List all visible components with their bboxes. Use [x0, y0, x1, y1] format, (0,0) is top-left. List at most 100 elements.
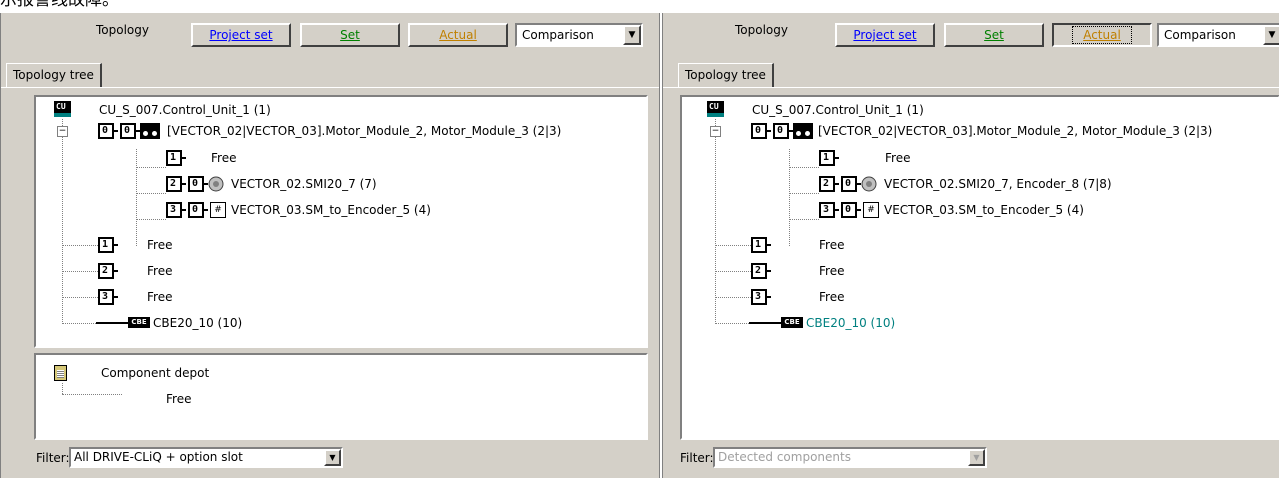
tab-topology-tree[interactable]: Topology tree [678, 63, 774, 87]
port-icon: 1 [751, 237, 771, 253]
control-unit-icon: CU [707, 101, 724, 117]
filter-value: All DRIVE-CLiQ + option slot [74, 450, 243, 464]
port-icon: 2 [751, 263, 771, 279]
collapse-icon[interactable]: − [710, 126, 721, 137]
port-icon: 1 [819, 150, 839, 166]
port-icon: 2 [166, 176, 186, 192]
project-set-button[interactable]: Project set [191, 23, 291, 47]
tree-line [62, 297, 98, 298]
filter-select: Detected components ▼ [713, 447, 987, 468]
view-select[interactable]: Comparison ▼ [515, 23, 643, 47]
tree-line [136, 219, 166, 220]
chevron-down-icon[interactable]: ▼ [1263, 25, 1279, 45]
topology-tree[interactable]: CU CU_S_007.Control_Unit_1 (1) − 0 0 [VE… [34, 95, 648, 348]
port-icon: 0 [188, 176, 208, 192]
bus-line-icon [96, 322, 128, 324]
port-icon: 1 [166, 150, 186, 166]
tree-item-free[interactable]: Free [819, 262, 844, 280]
tree-line [136, 193, 166, 194]
tree-item-free[interactable]: Free [211, 149, 236, 167]
port-icon: 0 [773, 123, 793, 139]
tree-item-motor-module[interactable]: [VECTOR_02|VECTOR_03].Motor_Module_2, Mo… [818, 122, 1212, 140]
set-button[interactable]: Set [944, 23, 1044, 47]
depot-title[interactable]: Component depot [101, 364, 209, 382]
tree-line [62, 394, 122, 395]
port-icon: 2 [98, 263, 118, 279]
motor-module-icon [793, 123, 813, 139]
tree-item-cbe20[interactable]: CBE20_10 (10) [806, 314, 895, 332]
tree-line [789, 167, 819, 168]
collapse-icon[interactable]: − [57, 126, 68, 137]
filter-label: Filter: [680, 451, 714, 465]
filter-select[interactable]: All DRIVE-CLiQ + option slot ▼ [69, 447, 343, 468]
view-select[interactable]: Comparison ▼ [1157, 23, 1279, 47]
actual-button[interactable]: Actual [1052, 23, 1152, 47]
tree-line [715, 271, 751, 272]
tree-item-sm-encoder[interactable]: VECTOR_03.SM_to_Encoder_5 (4) [884, 201, 1084, 219]
tree-line [62, 323, 96, 324]
tree-line [136, 167, 166, 168]
right-toolbar: Topology Project set Set Actual Comparis… [663, 13, 1279, 47]
tree-item-free[interactable]: Free [819, 288, 844, 306]
tree-item-free[interactable]: Free [147, 236, 172, 254]
filter-value: Detected components [718, 450, 851, 464]
encoder-icon [208, 176, 224, 192]
topology-label: Topology [735, 23, 788, 37]
depot-item-free[interactable]: Free [166, 390, 191, 408]
tree-line [62, 245, 98, 246]
tree-line [789, 219, 819, 220]
tree-item-free[interactable]: Free [147, 288, 172, 306]
tree-line [136, 149, 137, 246]
tree-line [62, 271, 98, 272]
topology-tree[interactable]: CU CU_S_007.Control_Unit_1 (1) − 0 0 [VE… [680, 95, 1279, 440]
view-select-value: Comparison [1164, 28, 1236, 42]
tree-item-free[interactable]: Free [885, 149, 910, 167]
cbe-icon: CBE [128, 317, 150, 328]
left-toolbar: Topology Project set Set Actual Comparis… [1, 13, 659, 47]
actual-button-label: Actual [1072, 26, 1132, 44]
caption-text: 示报警线故障。 [0, 0, 119, 10]
tree-line [715, 119, 716, 322]
tree-line [715, 297, 751, 298]
tree-item-smi20[interactable]: VECTOR_02.SMI20_7, Encoder_8 (7|8) [884, 175, 1112, 193]
port-icon: 3 [819, 202, 839, 218]
right-topology-panel: Topology Project set Set Actual Comparis… [662, 13, 1279, 478]
topology-label: Topology [96, 23, 149, 37]
tab-divider [663, 87, 1279, 88]
tree-item-smi20[interactable]: VECTOR_02.SMI20_7 (7) [231, 175, 377, 193]
port-icon: 3 [166, 202, 186, 218]
chevron-down-icon[interactable]: ▼ [324, 449, 341, 466]
cbe-icon: CBE [781, 317, 803, 328]
encoder-icon [861, 176, 877, 192]
tree-item-control-unit[interactable]: CU_S_007.Control_Unit_1 (1) [752, 101, 924, 119]
tab-topology-tree[interactable]: Topology tree [6, 63, 102, 87]
actual-button[interactable]: Actual [408, 23, 508, 47]
port-icon: 0 [120, 123, 140, 139]
clipboard-icon [54, 365, 67, 381]
tree-line [62, 119, 63, 322]
project-set-button[interactable]: Project set [835, 23, 935, 47]
chevron-down-icon: ▼ [968, 449, 985, 466]
view-select-value: Comparison [522, 28, 594, 42]
port-icon: 0 [841, 176, 861, 192]
tree-item-sm-encoder[interactable]: VECTOR_03.SM_to_Encoder_5 (4) [231, 201, 431, 219]
bus-line-icon [749, 322, 781, 324]
set-button[interactable]: Set [300, 23, 400, 47]
port-icon: 0 [841, 202, 861, 218]
filter-label: Filter: [36, 451, 70, 465]
tree-item-control-unit[interactable]: CU_S_007.Control_Unit_1 (1) [99, 101, 271, 119]
chevron-down-icon[interactable]: ▼ [623, 25, 641, 45]
sensor-module-icon: # [210, 202, 226, 218]
component-depot[interactable]: Component depot Free [34, 353, 648, 440]
port-icon: 0 [188, 202, 208, 218]
port-icon: 0 [98, 123, 118, 139]
tree-item-cbe20[interactable]: CBE20_10 (10) [153, 314, 242, 332]
port-icon: 3 [751, 289, 771, 305]
tree-item-motor-module[interactable]: [VECTOR_02|VECTOR_03].Motor_Module_2, Mo… [167, 122, 561, 140]
tree-line [715, 245, 751, 246]
control-unit-icon: CU [54, 101, 71, 117]
tree-item-free[interactable]: Free [819, 236, 844, 254]
sensor-module-icon: # [863, 202, 879, 218]
port-icon: 3 [98, 289, 118, 305]
tree-item-free[interactable]: Free [147, 262, 172, 280]
